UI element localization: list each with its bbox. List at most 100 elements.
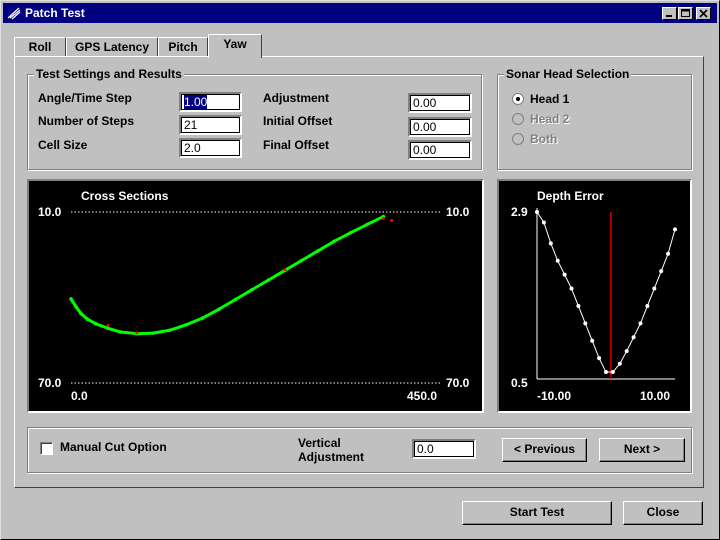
cross-section-point-red: [283, 268, 287, 272]
cross-sections-x-max-label: 450.0: [407, 389, 437, 403]
cross-section-point-green: [200, 316, 205, 320]
depth-error-y-min-label: 0.5: [511, 376, 528, 390]
cross-section-point-green: [69, 297, 73, 301]
depth-error-x-max-label: 10.00: [640, 389, 670, 403]
app-icon: [7, 6, 21, 20]
close-window-button[interactable]: [696, 7, 711, 20]
cross-sections-x-min-label: 0.0: [71, 389, 88, 403]
cross-section-point-green: [184, 323, 188, 327]
cross-sections-top-right-label: 10.0: [446, 205, 470, 219]
manual-cut-checkbox[interactable]: [40, 442, 53, 455]
depth-error-point: [604, 370, 608, 375]
sonar-head-group: Sonar Head Selection Head 1 Head 2 Both: [497, 67, 692, 170]
depth-error-point: [535, 210, 539, 214]
cross-section-point-green: [233, 297, 238, 302]
previous-button[interactable]: < Previous: [502, 438, 587, 462]
depth-error-plot: Depth Error 2.9 0.5 -10.00 10.00: [497, 179, 692, 413]
window-title: Patch Test: [25, 6, 85, 20]
depth-error-point: [666, 251, 671, 256]
cross-section-point-green: [266, 278, 271, 282]
cross-section-point-green: [250, 288, 254, 292]
title-bar[interactable]: Patch Test: [3, 3, 717, 23]
depth-error-point: [548, 241, 553, 246]
depth-error-point: [597, 356, 602, 361]
depth-error-points: [535, 210, 677, 375]
depth-error-point: [562, 272, 567, 277]
final-offset-label: Final Offset: [263, 138, 330, 152]
final-offset-field[interactable]: 0.00: [408, 140, 472, 160]
cross-section-point-green: [365, 222, 369, 227]
cross-section-point-green: [93, 321, 98, 326]
cross-section-point-red: [381, 217, 385, 221]
radio-head-1-dot[interactable]: [512, 93, 524, 105]
tab-pitch[interactable]: Pitch: [158, 37, 208, 57]
close-button[interactable]: Close: [623, 501, 703, 525]
cross-section-point-green: [315, 249, 320, 253]
radio-head-2-dot[interactable]: [512, 113, 524, 125]
cell-size-label: Cell Size: [38, 138, 88, 152]
tab-gps-latency[interactable]: GPS Latency: [66, 37, 158, 57]
maximize-icon: [681, 9, 690, 17]
tab-yaw[interactable]: Yaw: [208, 34, 262, 58]
cross-sections-title: Cross Sections: [81, 189, 169, 203]
cross-sections-bottom-left-label: 70.0: [38, 376, 62, 390]
cross-sections-svg: Cross Sections 10.0 10.0 70.0 70.0 0.0 4…: [38, 189, 470, 403]
depth-error-point: [610, 370, 615, 375]
depth-error-point: [645, 303, 650, 308]
cross-section-green-curve: [69, 215, 385, 336]
cross-section-point-green: [332, 239, 336, 244]
minimize-icon: [666, 15, 672, 17]
next-button[interactable]: Next >: [599, 438, 685, 462]
cross-section-point-green: [167, 328, 172, 333]
cross-section-point-green: [74, 304, 78, 309]
cross-sections-top-left-label: 10.0: [38, 205, 62, 219]
maximize-button[interactable]: [678, 7, 693, 20]
depth-error-title: Depth Error: [537, 189, 604, 203]
cross-section-points: [69, 214, 394, 336]
depth-error-point: [541, 220, 546, 225]
tab-panel-yaw: Test Settings and Results Angle/Time Ste…: [14, 56, 704, 488]
start-test-button[interactable]: Start Test: [462, 501, 612, 525]
cross-section-point-red: [135, 331, 139, 335]
cross-section-point-green: [118, 330, 123, 334]
depth-error-point: [638, 321, 643, 326]
vertical-adjustment-label-1: Vertical: [298, 436, 341, 450]
vertical-adjustment-input[interactable]: 0.0: [412, 439, 476, 459]
cross-sections-bottom-right-label: 70.0: [446, 376, 470, 390]
cross-section-point-green: [217, 307, 221, 311]
depth-error-svg: Depth Error 2.9 0.5 -10.00 10.00: [511, 189, 677, 403]
depth-error-point: [583, 321, 588, 326]
patch-test-window: Patch Test Roll GPS Latency Pitch Yaw Te…: [0, 0, 720, 540]
adjustment-field[interactable]: 0.00: [408, 93, 472, 113]
number-of-steps-input[interactable]: 21: [179, 115, 242, 135]
minimize-button[interactable]: [662, 7, 677, 20]
depth-error-point: [631, 335, 636, 340]
cross-section-point-red: [106, 323, 110, 327]
radio-head-1-label: Head 1: [530, 92, 570, 106]
cross-section-point-green: [299, 258, 304, 263]
cross-sections-plot: Cross Sections 10.0 10.0 70.0 70.0 0.0 4…: [27, 179, 484, 413]
depth-error-point: [624, 349, 629, 354]
depth-error-point: [555, 258, 560, 263]
cross-section-point-green: [348, 231, 353, 235]
vertical-adjustment-label-2: Adjustment: [298, 450, 364, 464]
radio-both-dot[interactable]: [512, 133, 524, 145]
initial-offset-label: Initial Offset: [263, 114, 333, 128]
number-of-steps-label: Number of Steps: [38, 114, 135, 128]
depth-error-point: [569, 286, 574, 291]
cell-size-input[interactable]: 2.0: [179, 138, 242, 158]
angle-time-step-label: Angle/Time Step: [38, 91, 132, 105]
cross-section-point-green: [106, 326, 110, 331]
depth-error-x-min-label: -10.00: [537, 389, 571, 403]
test-settings-title: Test Settings and Results: [34, 67, 184, 81]
cross-section-point-green: [151, 331, 156, 335]
angle-time-step-input[interactable]: 1.00: [179, 92, 242, 112]
tab-roll[interactable]: Roll: [14, 37, 66, 57]
depth-error-point: [652, 286, 657, 291]
options-bar: Manual Cut Option Vertical Adjustment 0.…: [27, 427, 692, 473]
depth-error-point: [617, 361, 622, 366]
test-settings-group: Test Settings and Results Angle/Time Ste…: [27, 67, 482, 170]
radio-head-2-label: Head 2: [530, 112, 570, 126]
depth-error-point: [673, 227, 677, 232]
initial-offset-field[interactable]: 0.00: [408, 117, 472, 137]
